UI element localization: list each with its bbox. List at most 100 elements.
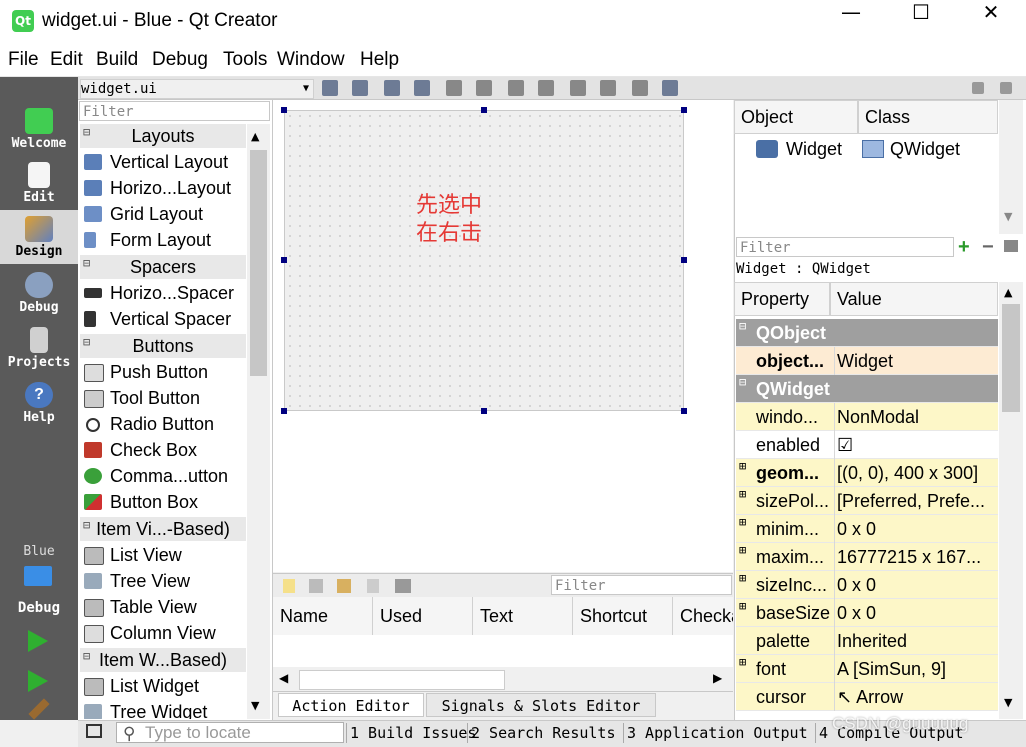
widget-check-box[interactable]: Check Box [80,437,246,463]
widget-list-view[interactable]: List View [80,542,246,568]
widget-grid-layout[interactable]: Grid Layout [80,201,246,227]
edit-signals-icon[interactable] [352,80,368,96]
scroll-up-icon[interactable]: ▲ [251,130,259,143]
property-scrollbar[interactable]: ▲ ▼ [999,282,1023,719]
widget-radio-button[interactable]: Radio Button [80,411,246,437]
scroll-left-icon[interactable]: ◀ [279,671,288,685]
tab-signals-slots-editor[interactable]: Signals & Slots Editor [426,693,656,717]
scroll-up-icon[interactable]: ▲ [1004,286,1012,299]
widget-vertical-spacer[interactable]: Vertical Spacer [80,306,246,332]
widget-tree-view[interactable]: Tree View [80,568,246,594]
menu-help[interactable]: Help [360,49,399,71]
column-name[interactable]: Name [273,597,373,635]
category-buttons[interactable]: ⊟ Buttons [80,334,246,358]
column-text[interactable]: Text [473,597,573,635]
layout-grid-icon[interactable] [570,80,586,96]
resize-handle[interactable] [281,257,287,263]
property-row-objectname[interactable]: object... Widget [736,347,998,375]
scroll-thumb[interactable] [1002,304,1020,412]
property-value[interactable]: 0 x 0 [836,571,999,599]
property-row-minimumsize[interactable]: ⊞ minim... 0 x 0 [736,515,998,543]
delete-action-icon[interactable] [367,579,379,593]
widget-command-link-button[interactable]: Comma...utton [80,463,246,489]
category-layouts[interactable]: ⊟ Layouts [80,124,246,148]
property-row-basesize[interactable]: ⊞ baseSize 0 x 0 [736,599,998,627]
minimize-button[interactable]: — [828,0,874,44]
adjust-size-icon[interactable] [662,80,678,96]
action-hscrollbar[interactable]: ◀ ▶ [273,667,733,691]
property-group-qwidget[interactable]: ⊟ QWidget [736,375,998,403]
property-filter-input[interactable]: Filter [736,237,954,257]
scroll-down-icon[interactable]: ▼ [1004,210,1012,223]
property-value[interactable]: NonModal [836,403,999,431]
class-column-header[interactable]: Class [858,100,998,134]
widget-tree-widget[interactable]: Tree Widget [80,699,246,719]
close-button[interactable]: ✕ [968,0,1014,44]
resize-handle[interactable] [681,257,687,263]
category-item-widgets[interactable]: ⊟ Item W...Based) [80,648,246,672]
widget-form-layout[interactable]: Form Layout [80,227,246,253]
category-spacers[interactable]: ⊟ Spacers [80,255,246,279]
property-value[interactable]: 0 x 0 [836,599,999,627]
property-value[interactable]: 16777215 x 167... [836,543,999,571]
widget-button-box[interactable]: Button Box [80,489,246,515]
pane-application-output[interactable]: 3 Application Output [623,723,808,743]
column-used[interactable]: Used [373,597,473,635]
build-hammer-icon[interactable] [28,698,50,720]
property-value[interactable]: [Preferred, Prefe... [836,487,999,515]
paste-action-icon[interactable] [337,579,351,593]
menu-debug[interactable]: Debug [152,49,208,71]
menu-edit[interactable]: Edit [50,49,83,71]
edit-buddies-icon[interactable] [384,80,400,96]
mode-projects[interactable]: Projects [0,321,78,375]
add-property-icon[interactable]: + [958,236,970,259]
configure-icon[interactable] [395,579,411,593]
widget-tool-button[interactable]: Tool Button [80,385,246,411]
form-widget[interactable] [284,110,684,411]
scroll-thumb[interactable] [299,670,505,690]
lock-icon[interactable] [972,82,984,94]
property-row-geometry[interactable]: ⊞ geom... [(0, 0), 400 x 300] [736,459,998,487]
widget-list-widget[interactable]: List Widget [80,673,246,699]
enabled-checkbox[interactable]: ☑ [836,431,999,459]
menu-window[interactable]: Window [277,49,345,71]
run-icon[interactable] [28,630,48,652]
resize-handle[interactable] [281,408,287,414]
layout-horizontal-icon[interactable] [446,80,462,96]
configure-icon[interactable] [1004,240,1018,252]
close-split-icon[interactable] [1000,82,1012,94]
property-row-windowmodality[interactable]: windo... NonModal [736,403,998,431]
property-row-cursor[interactable]: cursor ↖ Arrow [736,683,998,711]
widget-column-view[interactable]: Column View [80,620,246,646]
object-scrollbar[interactable]: ▼ [999,100,1023,234]
resize-handle[interactable] [681,107,687,113]
pane-build-issues[interactable]: 1 Build Issues [346,723,476,743]
property-row-enabled[interactable]: enabled ☑ [736,431,998,459]
menu-build[interactable]: Build [96,49,138,71]
resize-handle[interactable] [681,408,687,414]
layout-vertical-icon[interactable] [476,80,492,96]
property-value[interactable]: ↖ Arrow [836,683,999,711]
pane-search-results[interactable]: 2 Search Results [467,723,616,743]
kit-monitor-icon[interactable] [24,566,52,586]
resize-handle[interactable] [481,107,487,113]
edit-widgets-icon[interactable] [322,80,338,96]
widget-vertical-layout[interactable]: Vertical Layout [80,149,246,175]
property-value[interactable]: 0 x 0 [836,515,999,543]
locator-input[interactable]: ⚲ Type to locate [116,722,344,743]
object-column-header[interactable]: Object [734,100,858,134]
property-row-sizeincrement[interactable]: ⊞ sizeInc... 0 x 0 [736,571,998,599]
widget-horizontal-spacer[interactable]: Horizo...Spacer [80,280,246,306]
column-checkable[interactable]: Checka [673,597,733,635]
property-row-font[interactable]: ⊞ font A [SimSun, 9] [736,655,998,683]
mode-welcome[interactable]: Welcome [0,102,78,156]
column-shortcut[interactable]: Shortcut [573,597,673,635]
debug-run-icon[interactable] [28,670,48,692]
scroll-down-icon[interactable]: ▼ [251,699,259,712]
break-layout-icon[interactable] [632,80,648,96]
mode-debug[interactable]: Debug [0,266,78,320]
scroll-down-icon[interactable]: ▼ [1004,696,1012,709]
property-value[interactable]: Inherited [836,627,999,655]
value-column-header[interactable]: Value [830,282,998,316]
widget-table-view[interactable]: Table View [80,594,246,620]
